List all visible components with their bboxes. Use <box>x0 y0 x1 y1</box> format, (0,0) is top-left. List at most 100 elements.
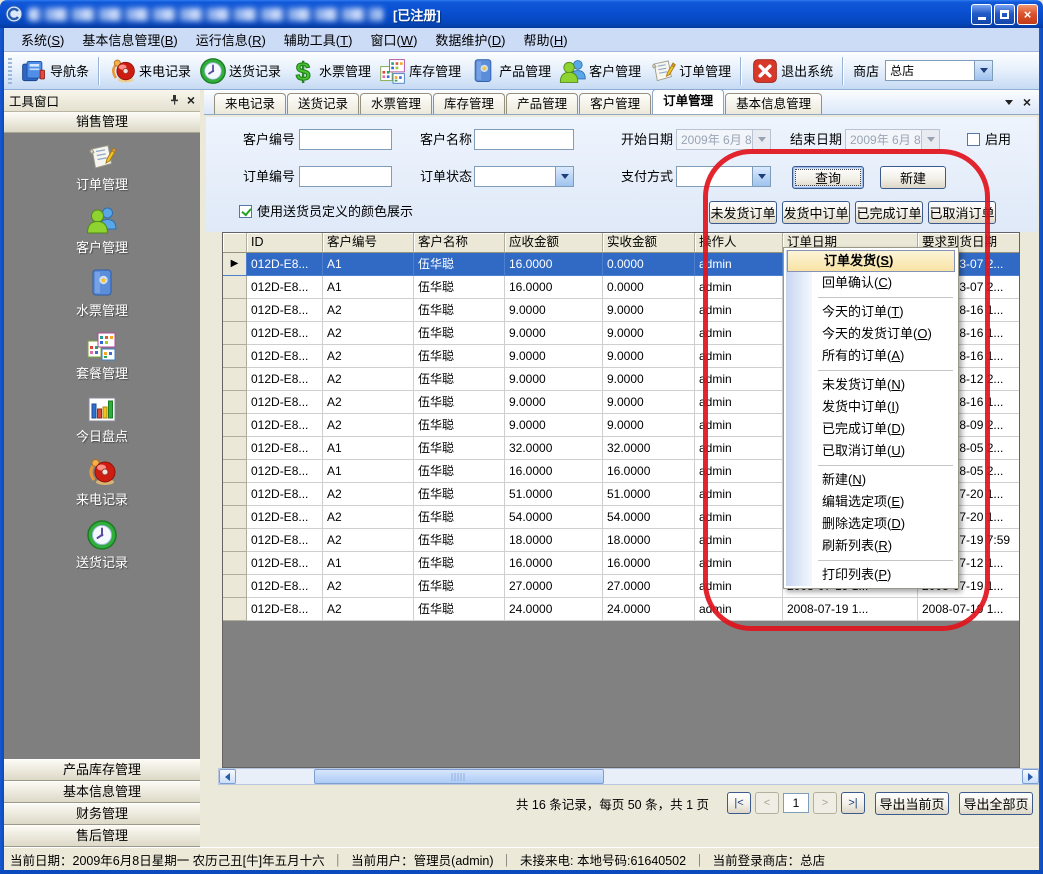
context-menu-item[interactable]: 回单确认(C) <box>786 272 956 294</box>
maximize-button[interactable] <box>994 4 1015 25</box>
customer-no-input[interactable] <box>299 129 392 150</box>
pay-method-select[interactable] <box>676 166 771 187</box>
scroll-left-arrow-icon[interactable] <box>219 769 236 784</box>
tab-list-dropdown-icon[interactable] <box>1005 100 1013 105</box>
tab-基本信息管理[interactable]: 基本信息管理 <box>725 93 822 114</box>
tab-水票管理[interactable]: 水票管理 <box>360 93 432 114</box>
row-selector-cell[interactable] <box>223 368 247 391</box>
toolbar-button-color-grid[interactable]: 库存管理 <box>375 55 465 87</box>
order-status-filter-button[interactable]: 已完成订单 <box>855 201 923 224</box>
row-selector-cell[interactable] <box>223 552 247 575</box>
context-menu-item[interactable]: 已完成订单(D) <box>786 418 956 440</box>
toolbar-button-dollar[interactable]: $水票管理 <box>285 55 375 87</box>
column-header[interactable] <box>223 233 247 253</box>
customer-name-input[interactable] <box>474 129 574 150</box>
prev-page-button[interactable]: < <box>755 792 779 814</box>
sidebar-group-button[interactable]: 售后管理 <box>4 825 200 847</box>
menubar-item[interactable]: 辅助工具(T) <box>275 28 362 51</box>
row-selector-cell[interactable] <box>223 345 247 368</box>
table-row[interactable]: 012D-E8...A2伍华聪24.000024.0000admin2008-0… <box>223 598 1019 621</box>
tool-window-close-icon[interactable]: × <box>187 95 195 106</box>
end-date-select[interactable]: 2009年 6月 8日 <box>845 129 940 150</box>
scrollbar-thumb[interactable] <box>314 769 604 784</box>
query-button[interactable]: 查询 <box>792 166 864 189</box>
row-selector-cell[interactable] <box>223 483 247 506</box>
sidebar-group-button[interactable]: 产品库存管理 <box>4 759 200 781</box>
minimize-button[interactable] <box>971 4 992 25</box>
context-menu-item[interactable]: 刷新列表(R) <box>786 535 956 557</box>
context-menu-item[interactable]: 编辑选定项(E) <box>786 491 956 513</box>
next-page-button[interactable]: > <box>813 792 837 814</box>
toolbar-button-navigator-books[interactable]: 导航条 <box>16 55 93 87</box>
order-status-filter-button[interactable]: 未发货订单 <box>709 201 777 224</box>
pin-icon[interactable] <box>169 92 180 110</box>
order-status-filter-button[interactable]: 已取消订单 <box>928 201 996 224</box>
row-selector-cell[interactable] <box>223 598 247 621</box>
menubar-item[interactable]: 窗口(W) <box>361 28 426 51</box>
export-all-pages-button[interactable]: 导出全部页 <box>959 792 1033 815</box>
column-header-操作人[interactable]: 操作人 <box>695 233 783 253</box>
sidebar-item-clock[interactable]: 送货记录 <box>4 519 200 582</box>
row-selector-cell[interactable] <box>223 460 247 483</box>
toolbar-button-alarm-bell[interactable]: 来电记录 <box>105 55 195 87</box>
sidebar-item-alarm-bell[interactable]: 来电记录 <box>4 456 200 519</box>
column-header-ID[interactable]: ID <box>247 233 323 253</box>
row-selector-cell[interactable] <box>223 529 247 552</box>
last-page-button[interactable]: >| <box>841 792 865 814</box>
order-status-select[interactable] <box>474 166 574 187</box>
toolbar-button-clock[interactable]: 送货记录 <box>195 55 285 87</box>
order-status-filter-button[interactable]: 发货中订单 <box>782 201 850 224</box>
row-selector-cell[interactable] <box>223 391 247 414</box>
sidebar-item-blue-book[interactable]: 水票管理 <box>4 267 200 330</box>
tab-订单管理[interactable]: 订单管理 <box>652 89 724 114</box>
order-no-input[interactable] <box>299 166 392 187</box>
toolbar-button-scroll-pen[interactable]: 订单管理 <box>645 55 735 87</box>
column-header-应收金额[interactable]: 应收金额 <box>505 233 603 253</box>
menubar-item[interactable]: 基本信息管理(B) <box>73 28 186 51</box>
menubar-item[interactable]: 数据维护(D) <box>426 28 514 51</box>
color-display-checkbox[interactable] <box>239 205 252 218</box>
horizontal-scrollbar[interactable] <box>218 768 1040 785</box>
sidebar-group-button[interactable]: 基本信息管理 <box>4 781 200 803</box>
context-menu-item[interactable]: 未发货订单(N) <box>786 374 956 396</box>
context-menu-item[interactable]: 新建(N) <box>786 469 956 491</box>
menubar-item[interactable]: 帮助(H) <box>514 28 576 51</box>
row-selector-cell[interactable] <box>223 506 247 529</box>
tab-产品管理[interactable]: 产品管理 <box>506 93 578 114</box>
row-selector-cell[interactable] <box>223 322 247 345</box>
row-selector-cell[interactable] <box>223 276 247 299</box>
row-selector-cell[interactable]: ▶ <box>223 253 247 276</box>
context-menu-item[interactable]: 已取消订单(U) <box>786 440 956 462</box>
column-header-实收金额[interactable]: 实收金额 <box>603 233 695 253</box>
tab-close-icon[interactable]: × <box>1023 96 1031 108</box>
context-menu-item[interactable]: 今天的订单(T) <box>786 301 956 323</box>
context-menu-item[interactable]: 订单发货(S) <box>787 250 955 272</box>
first-page-button[interactable]: |< <box>727 792 751 814</box>
close-button[interactable]: × <box>1017 4 1038 25</box>
column-header-客户名称[interactable]: 客户名称 <box>414 233 505 253</box>
tab-库存管理[interactable]: 库存管理 <box>433 93 505 114</box>
toolbar-grip-handle[interactable] <box>8 58 12 84</box>
start-date-select[interactable]: 2009年 6月 8日 <box>676 129 771 150</box>
column-header-客户编号[interactable]: 客户编号 <box>323 233 414 253</box>
sidebar-group-sales-management[interactable]: 销售管理 <box>4 112 200 133</box>
context-menu-item[interactable]: 今天的发货订单(O) <box>786 323 956 345</box>
row-selector-cell[interactable] <box>223 575 247 598</box>
context-menu-item[interactable]: 删除选定项(D) <box>786 513 956 535</box>
new-button[interactable]: 新建 <box>880 166 946 189</box>
sidebar-item-people[interactable]: 客户管理 <box>4 204 200 267</box>
menubar-item[interactable]: 系统(S) <box>12 28 73 51</box>
menubar-item[interactable]: 运行信息(R) <box>187 28 275 51</box>
enable-checkbox[interactable] <box>967 133 980 146</box>
shop-select[interactable]: 总店 <box>885 60 993 81</box>
context-menu-item[interactable]: 打印列表(P) <box>786 564 956 586</box>
export-current-page-button[interactable]: 导出当前页 <box>875 792 949 815</box>
sidebar-item-scroll-pen[interactable]: 订单管理 <box>4 141 200 204</box>
context-menu-item[interactable]: 发货中订单(I) <box>786 396 956 418</box>
toolbar-button-red-x[interactable]: 退出系统 <box>747 55 837 87</box>
sidebar-group-button[interactable]: 财务管理 <box>4 803 200 825</box>
toolbar-button-blue-book[interactable]: 产品管理 <box>465 55 555 87</box>
row-selector-cell[interactable] <box>223 437 247 460</box>
scroll-right-arrow-icon[interactable] <box>1022 769 1039 784</box>
sidebar-item-bar-chart[interactable]: 今日盘点 <box>4 393 200 456</box>
